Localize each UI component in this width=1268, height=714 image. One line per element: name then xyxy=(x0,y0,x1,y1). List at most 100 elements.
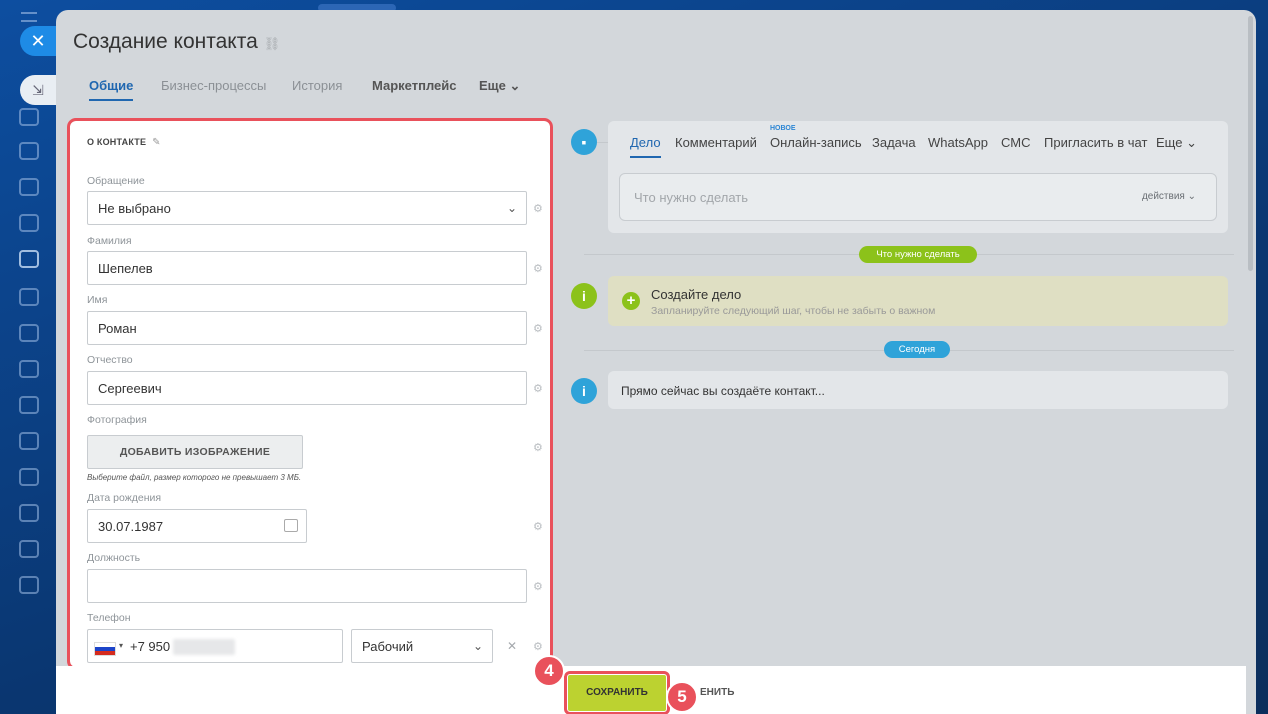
page-title: Создание контакта ⛓ xyxy=(73,30,280,54)
gear-icon[interactable]: ⚙ xyxy=(533,322,543,335)
todo-pill: Что нужно сделать xyxy=(859,246,977,263)
todo-placeholder: Что нужно сделать xyxy=(634,190,748,205)
patronymic-input[interactable]: Сергеевич xyxy=(87,371,527,405)
sidebar-icon[interactable] xyxy=(19,178,39,196)
crm-icon[interactable] xyxy=(19,250,39,268)
firstname-label: Имя xyxy=(87,294,108,306)
tab-whatsapp[interactable]: WhatsApp xyxy=(928,135,988,150)
tab-history[interactable]: История xyxy=(292,78,342,93)
tab-more-label: Еще xyxy=(479,78,506,93)
tab-online-booking[interactable]: Онлайн-запись xyxy=(770,135,862,150)
salutation-select[interactable]: Не выбрано ⌄ xyxy=(87,191,527,225)
create-deal-subtitle: Запланируйте следующий шаг, чтобы не заб… xyxy=(651,305,936,317)
plus-icon[interactable]: + xyxy=(622,292,640,310)
page-title-text: Создание контакта xyxy=(73,30,258,53)
calendar-icon[interactable] xyxy=(19,324,39,342)
link-icon[interactable]: ⛓ xyxy=(264,36,281,51)
gear-icon[interactable]: ⚙ xyxy=(533,640,543,653)
actions-label: действия xyxy=(1141,191,1185,202)
sidebar-icon[interactable] xyxy=(19,540,39,558)
birthday-input[interactable]: 30.07.1987 xyxy=(87,509,307,543)
gear-icon[interactable]: ⚙ xyxy=(533,202,543,215)
chevron-down-icon: ⌄ xyxy=(509,78,521,93)
gear-icon[interactable]: ⚙ xyxy=(533,580,543,593)
task-icon[interactable] xyxy=(19,288,39,306)
close-icon: ✕ xyxy=(30,31,46,51)
chevron-down-icon: ⌄ xyxy=(1187,191,1196,202)
gear-icon[interactable]: ⚙ xyxy=(533,262,543,275)
birthday-label: Дата рождения xyxy=(87,492,162,504)
tab-business-processes[interactable]: Бизнес-процессы xyxy=(161,78,266,93)
tab-more[interactable]: Еще ⌄ xyxy=(479,78,520,94)
new-badge: НОВОЕ xyxy=(770,125,796,132)
tab-general[interactable]: Общие xyxy=(89,78,134,101)
russia-flag-icon[interactable] xyxy=(94,642,116,656)
tab-more-timeline[interactable]: Еще ⌄ xyxy=(1156,135,1197,151)
chevron-down-icon: ▾ xyxy=(119,641,124,650)
scrollbar[interactable] xyxy=(1248,16,1253,271)
robot-icon[interactable] xyxy=(19,396,39,414)
contact-card: О КОНТАКТЕ ✎ Обращение Не выбрано ⌄ ⚙ Фами… xyxy=(67,118,553,670)
tab-more-label: Еще xyxy=(1156,135,1183,150)
mail-icon[interactable] xyxy=(19,468,39,486)
tab-deal[interactable]: Дело xyxy=(630,135,661,158)
lastname-input[interactable]: Шепелев xyxy=(87,251,527,285)
birthday-value: 30.07.1987 xyxy=(98,519,164,534)
menu-icon[interactable] xyxy=(21,12,37,22)
info-icon: i xyxy=(571,283,597,309)
position-input[interactable] xyxy=(87,569,527,603)
contact-icon[interactable] xyxy=(19,360,39,378)
chevron-down-icon: ⌄ xyxy=(472,639,483,653)
add-image-button[interactable]: ДОБАВИТЬ ИЗОБРАЖЕНИЕ xyxy=(87,435,303,469)
tab-marketplace[interactable]: Маркетплейс xyxy=(372,78,456,93)
tab-sms[interactable]: СМС xyxy=(1001,135,1030,150)
remove-icon[interactable]: ✕ xyxy=(507,639,517,653)
chevron-down-icon: ⌄ xyxy=(1186,135,1197,150)
calendar-icon[interactable] xyxy=(284,519,298,532)
masked-number xyxy=(173,639,235,655)
gear-icon[interactable]: ⚙ xyxy=(533,382,543,395)
create-deal-card[interactable]: + Создайте дело Запланируйте следующий ш… xyxy=(608,276,1228,326)
step-marker-5: 5 xyxy=(666,681,698,713)
step-marker-4: 4 xyxy=(533,655,565,687)
cancel-button[interactable]: ЕНИТЬ xyxy=(700,687,734,698)
tab-task[interactable]: Задача xyxy=(872,135,916,150)
photo-hint: Выберите файл, размер которого не превыш… xyxy=(87,473,302,482)
salutation-label: Обращение xyxy=(87,175,145,187)
position-label: Должность xyxy=(87,552,141,564)
firstname-input[interactable]: Роман xyxy=(87,311,527,345)
save-button[interactable]: СОХРАНИТЬ xyxy=(564,671,670,714)
sidebar-icon[interactable] xyxy=(19,576,39,594)
tab-invite-chat[interactable]: Пригласить в чат xyxy=(1044,135,1147,150)
phone-value: +7 950 xyxy=(130,639,171,654)
todo-input[interactable]: Что нужно сделать действия ⌄ xyxy=(619,173,1217,221)
chat-icon[interactable] xyxy=(19,142,39,160)
contact-slider: Создание контакта ⛓ Общие Бизнес-процессы… xyxy=(56,10,1256,714)
card-header: О КОНТАКТЕ ✎ xyxy=(87,137,161,148)
salutation-value: Не выбрано xyxy=(98,201,171,216)
phone-input[interactable]: ▾ +7 950 xyxy=(87,629,343,663)
tab-comment[interactable]: Комментарий xyxy=(675,135,757,150)
edit-icon[interactable]: ✎ xyxy=(152,137,161,148)
gear-icon[interactable]: ⚙ xyxy=(533,520,543,533)
filter-icon[interactable] xyxy=(19,432,39,450)
left-sidebar xyxy=(0,0,58,714)
minimize-icon: ⇲ xyxy=(32,82,44,98)
close-button[interactable]: ✕ xyxy=(20,26,56,56)
gear-icon[interactable]: ⚙ xyxy=(533,441,543,454)
lastname-label: Фамилия xyxy=(87,235,132,247)
patronymic-label: Отчество xyxy=(87,354,133,366)
create-deal-title: Создайте дело xyxy=(651,287,742,302)
chevron-down-icon: ⌄ xyxy=(506,201,517,215)
minimize-button[interactable]: ⇲ xyxy=(20,75,56,105)
actions-dropdown[interactable]: действия ⌄ xyxy=(1142,191,1196,202)
phone-type-select[interactable]: Рабочий ⌄ xyxy=(351,629,493,663)
photo-label: Фотография xyxy=(87,414,147,426)
creating-contact-text: Прямо сейчас вы создаёте контакт... xyxy=(621,384,825,398)
phone-type-value: Рабочий xyxy=(362,639,414,654)
document-icon[interactable] xyxy=(19,214,39,232)
shop-icon[interactable] xyxy=(19,504,39,522)
card-header-text: О КОНТАКТЕ xyxy=(87,137,147,147)
info-icon: i xyxy=(571,378,597,404)
sidebar-icon[interactable] xyxy=(19,108,39,126)
